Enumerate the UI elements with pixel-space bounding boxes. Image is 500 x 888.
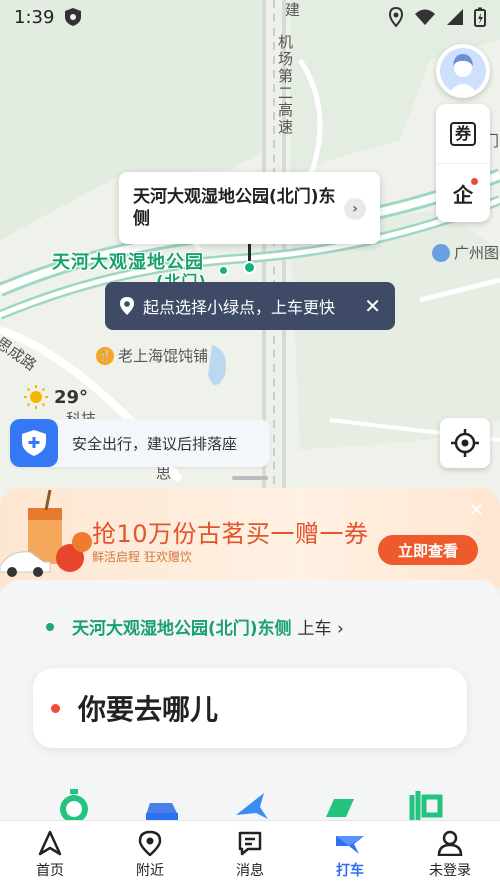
location-pin-icon [138,830,162,856]
sheet-drag-handle[interactable] [232,476,268,480]
status-time: 1:39 [14,6,55,28]
chevron-right-icon[interactable]: › [344,198,366,220]
crosshair-icon [451,429,479,457]
promo-headline: 抢10万份古茗买一赠一券 [92,520,369,548]
tab-home[interactable]: 首页 [0,821,100,888]
library-icon [432,243,450,262]
pickup-tip-bubble: 起点选择小绿点，上车更快 ✕ [105,282,395,330]
avatar-button[interactable] [436,44,490,98]
status-bar: 1:39 [0,0,500,34]
location-pin-icon [120,297,134,315]
destination-input[interactable]: 你要去哪儿 [33,668,467,748]
promo-cta-button[interactable]: 立即查看 [378,535,478,565]
notification-dot [471,178,478,185]
pickup-location-text: 天河大观湿地公园(北门)东侧 [72,619,292,639]
weather-temp: 29° [54,386,89,408]
locate-me-button[interactable] [440,418,490,468]
pickup-location-row[interactable]: 天河大观湿地公园(北门)东侧 上车 › [46,614,344,639]
close-icon[interactable]: ✕ [469,500,484,521]
destination-placeholder: 你要去哪儿 [78,693,219,726]
pickup-point-card[interactable]: 天河大观湿地公园(北门)东侧 › [119,172,380,244]
location-status-icon [388,7,404,27]
tab-profile[interactable]: 未登录 [400,821,500,888]
pickup-dot-icon [46,622,54,631]
signal-icon [447,9,463,25]
promo-subtext: 鲜活启程 狂欢赠饮 [92,550,192,564]
road-label-airport-expressway: 机场第二高速 [276,34,294,136]
tab-nearby[interactable]: 附近 [100,821,200,888]
safety-shield-icon [10,419,58,467]
taxi-icon [336,835,364,854]
pickup-suffix: 上车 › [297,619,344,639]
coupon-icon: 券 [449,121,476,146]
carpool-service-icon[interactable] [406,785,446,825]
side-action-card: 券 企 [436,104,490,222]
recommended-pickup-dot[interactable] [218,265,229,276]
poi-library-label: 广州图 [454,244,500,262]
pickup-tip-text: 起点选择小绿点，上车更快 [143,298,336,317]
car-service-icon[interactable] [142,785,182,825]
message-icon [238,831,262,855]
pickup-point-title: 天河大观湿地公园(北门)东侧 [133,187,336,229]
destination-dot-icon [51,703,60,713]
ride-sheet: 天河大观湿地公园(北门)东侧 上车 › 你要去哪儿 [0,580,500,823]
pickup-pin-dot[interactable] [243,261,256,274]
restaurant-icon: 🍴 [96,346,114,365]
tab-home-label: 首页 [36,862,64,879]
airport-service-icon[interactable] [230,785,270,825]
weather-widget: 29° [24,385,88,409]
tab-profile-label: 未登录 [429,862,471,879]
wifi-icon [415,9,435,25]
express-service-icon[interactable] [54,785,94,825]
tab-messages[interactable]: 消息 [200,821,300,888]
poi-restaurant[interactable]: 🍴 老上海馄饨铺 [96,345,208,366]
drink-car-illustration-icon [0,489,92,577]
safety-tip-pill[interactable]: 安全出行，建议后排落座 [10,419,270,467]
poi-restaurant-label: 老上海馄饨铺 [118,347,209,365]
sun-icon [24,385,48,409]
navigation-arrow-icon [38,830,62,855]
freight-service-icon[interactable] [318,785,358,825]
battery-icon [474,7,486,27]
service-icons-row [0,785,500,825]
user-icon [437,830,463,856]
tab-nearby-label: 附近 [136,862,164,879]
shield-status-icon [65,8,82,26]
avatar-icon [440,48,486,94]
tab-messages-label: 消息 [236,862,264,879]
enterprise-button[interactable]: 企 [436,163,490,222]
bottom-tab-bar: 首页 附近 消息 打车 未登录 [0,820,500,888]
enterprise-icon: 企 [453,182,473,207]
tab-taxi[interactable]: 打车 [300,821,400,888]
coupon-button[interactable]: 券 [436,104,490,163]
close-icon[interactable]: ✕ [364,294,381,318]
safety-tip-text: 安全出行，建议后排落座 [72,434,238,453]
promo-banner[interactable]: 抢10万份古茗买一赠一券 鲜活启程 狂欢赠饮 立即查看 ✕ [0,488,500,588]
tab-taxi-label: 打车 [336,862,364,879]
poi-library[interactable]: 广州图 [432,242,499,263]
